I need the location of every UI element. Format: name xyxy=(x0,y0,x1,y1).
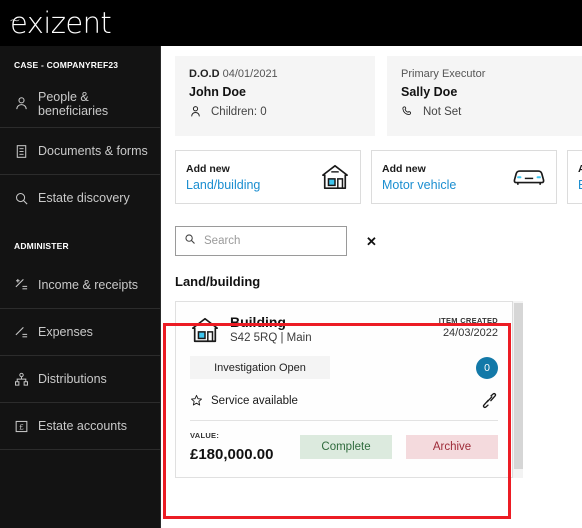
add-new-bank-account-card[interactable]: Add ne Bank a xyxy=(567,150,582,204)
car-icon xyxy=(512,164,546,190)
star-icon xyxy=(190,394,203,407)
exizent-logo[interactable]: ~ exizent xyxy=(8,5,112,40)
sidebar-item-label: Income & receipts xyxy=(38,277,139,292)
asset-name: Building xyxy=(230,314,286,330)
add-new-land-building-card[interactable]: Add new Land/building xyxy=(175,150,361,204)
add-card-prefix: Add new xyxy=(382,162,426,175)
search-icon xyxy=(14,191,29,206)
deceased-name: John Doe xyxy=(189,85,246,99)
asset-list: Building S42 5RQ | Main ITEM CREATED 24/… xyxy=(175,301,523,478)
house-icon xyxy=(320,163,350,191)
service-available-label: Service available xyxy=(211,394,298,407)
sidebar-item-label: Estate discovery xyxy=(38,191,130,205)
sidebar-item-distributions[interactable]: Distributions xyxy=(0,355,160,402)
add-new-row: Add new Land/building Add new Motor vehi… xyxy=(161,136,582,204)
sidebar-item-label: Expenses xyxy=(38,325,93,339)
person-icon xyxy=(14,96,29,111)
top-bar: ~ exizent xyxy=(0,0,582,46)
executor-phone-row: Not Set xyxy=(401,105,578,118)
children-count-label: Children: 0 xyxy=(211,105,267,118)
app-root: ~ exizent CASE - COMPANYREF23 People & be… xyxy=(0,0,582,528)
complete-button[interactable]: Complete xyxy=(300,435,392,459)
sidebar-item-estate-accounts[interactable]: £ Estate accounts xyxy=(0,402,160,449)
deceased-info-card: D.O.D 04/01/2021 John Doe Children: 0 xyxy=(175,56,375,136)
notification-count-badge[interactable]: 0 xyxy=(476,356,498,379)
dod-line: D.O.D 04/01/2021 xyxy=(189,68,361,80)
sidebar-item-label: Documents & forms xyxy=(38,144,148,158)
asset-card-divider xyxy=(190,420,498,421)
asset-titles: Building S42 5RQ | Main xyxy=(230,314,439,344)
search-icon xyxy=(184,232,196,250)
executor-role-label: Primary Executor xyxy=(401,68,486,80)
sidebar-item-documents-forms[interactable]: Documents & forms xyxy=(0,127,160,174)
dod-label: D.O.D xyxy=(189,68,220,80)
asset-status-row: Investigation Open 0 xyxy=(190,356,498,379)
body-split: CASE - COMPANYREF23 People & beneficiari… xyxy=(0,46,582,528)
sidebar: CASE - COMPANYREF23 People & beneficiari… xyxy=(0,46,161,528)
info-card-row: D.O.D 04/01/2021 John Doe Children: 0 Pr… xyxy=(161,46,582,136)
document-icon xyxy=(14,144,29,159)
asset-card-building[interactable]: Building S42 5RQ | Main ITEM CREATED 24/… xyxy=(175,301,512,478)
sidebar-item-estate-discovery[interactable]: Estate discovery xyxy=(0,174,160,221)
add-new-motor-vehicle-card[interactable]: Add new Motor vehicle xyxy=(371,150,557,204)
add-card-text: Add new Motor vehicle xyxy=(382,163,456,192)
sidebar-item-people-beneficiaries[interactable]: People & beneficiaries xyxy=(0,80,160,127)
main-content: D.O.D 04/01/2021 John Doe Children: 0 Pr… xyxy=(161,46,582,528)
search-input[interactable] xyxy=(204,235,358,247)
archive-button[interactable]: Archive xyxy=(406,435,498,459)
item-created-value: 24/03/2022 xyxy=(442,327,498,339)
close-icon[interactable]: ✕ xyxy=(366,235,377,248)
svg-text:£: £ xyxy=(19,422,24,431)
asset-value-block: VALUE: £180,000.00 xyxy=(190,431,300,463)
sidebar-filler xyxy=(0,449,160,528)
link-icon[interactable] xyxy=(481,392,498,409)
add-card-label: Bank a xyxy=(578,178,582,192)
search-row: ✕ xyxy=(161,204,582,256)
value-label: VALUE: xyxy=(190,431,220,440)
expenses-icon xyxy=(14,325,29,340)
person-icon xyxy=(189,105,202,118)
phone-icon xyxy=(401,105,414,118)
asset-value-row: VALUE: £180,000.00 Complete Archive xyxy=(190,431,498,463)
sidebar-item-expenses[interactable]: Expenses xyxy=(0,308,160,355)
add-card-text: Add new Land/building xyxy=(186,163,260,192)
sidebar-case-header: CASE - COMPANYREF23 xyxy=(14,60,119,70)
distributions-icon xyxy=(14,372,29,387)
sidebar-item-label: Distributions xyxy=(38,372,107,386)
asset-address: S42 5RQ | Main xyxy=(230,332,312,345)
sidebar-item-label: People & beneficiaries xyxy=(38,89,109,118)
scrollbar-thumb[interactable] xyxy=(514,303,523,470)
house-icon xyxy=(190,315,220,345)
income-icon xyxy=(14,277,29,292)
sidebar-item-label: Estate accounts xyxy=(38,419,127,433)
add-card-text: Add ne Bank a xyxy=(578,163,582,192)
add-card-prefix: Add new xyxy=(186,162,230,175)
executor-info-card: Primary Executor Sally Doe Not Set xyxy=(387,56,582,136)
add-card-prefix: Add ne xyxy=(578,162,582,175)
status-badge[interactable]: Investigation Open xyxy=(190,356,330,379)
value-amount: £180,000.00 xyxy=(190,446,274,463)
executor-role: Primary Executor xyxy=(401,68,578,80)
sidebar-item-income-receipts[interactable]: Income & receipts xyxy=(0,261,160,308)
dod-value: 04/01/2021 xyxy=(222,68,278,80)
executor-name: Sally Doe xyxy=(401,85,458,99)
children-row: Children: 0 xyxy=(189,105,361,118)
asset-card-header: Building S42 5RQ | Main ITEM CREATED 24/… xyxy=(190,314,498,345)
search-box[interactable]: ✕ xyxy=(175,226,377,256)
logo-text: exizent xyxy=(10,5,112,40)
sidebar-administer-header: ADMINISTER xyxy=(14,241,69,251)
page-title: Land/building xyxy=(175,274,261,289)
executor-phone-label: Not Set xyxy=(423,105,462,118)
estate-accounts-icon: £ xyxy=(14,419,29,434)
add-card-label: Motor vehicle xyxy=(382,177,457,192)
logo-tilde-mark: ~ xyxy=(9,12,21,29)
asset-list-scrollbar[interactable] xyxy=(512,301,523,478)
item-created-label: ITEM CREATED xyxy=(438,316,498,325)
asset-service-row: Service available xyxy=(190,392,498,409)
asset-created-block: ITEM CREATED 24/03/2022 xyxy=(439,314,498,339)
add-card-label: Land/building xyxy=(186,177,261,192)
